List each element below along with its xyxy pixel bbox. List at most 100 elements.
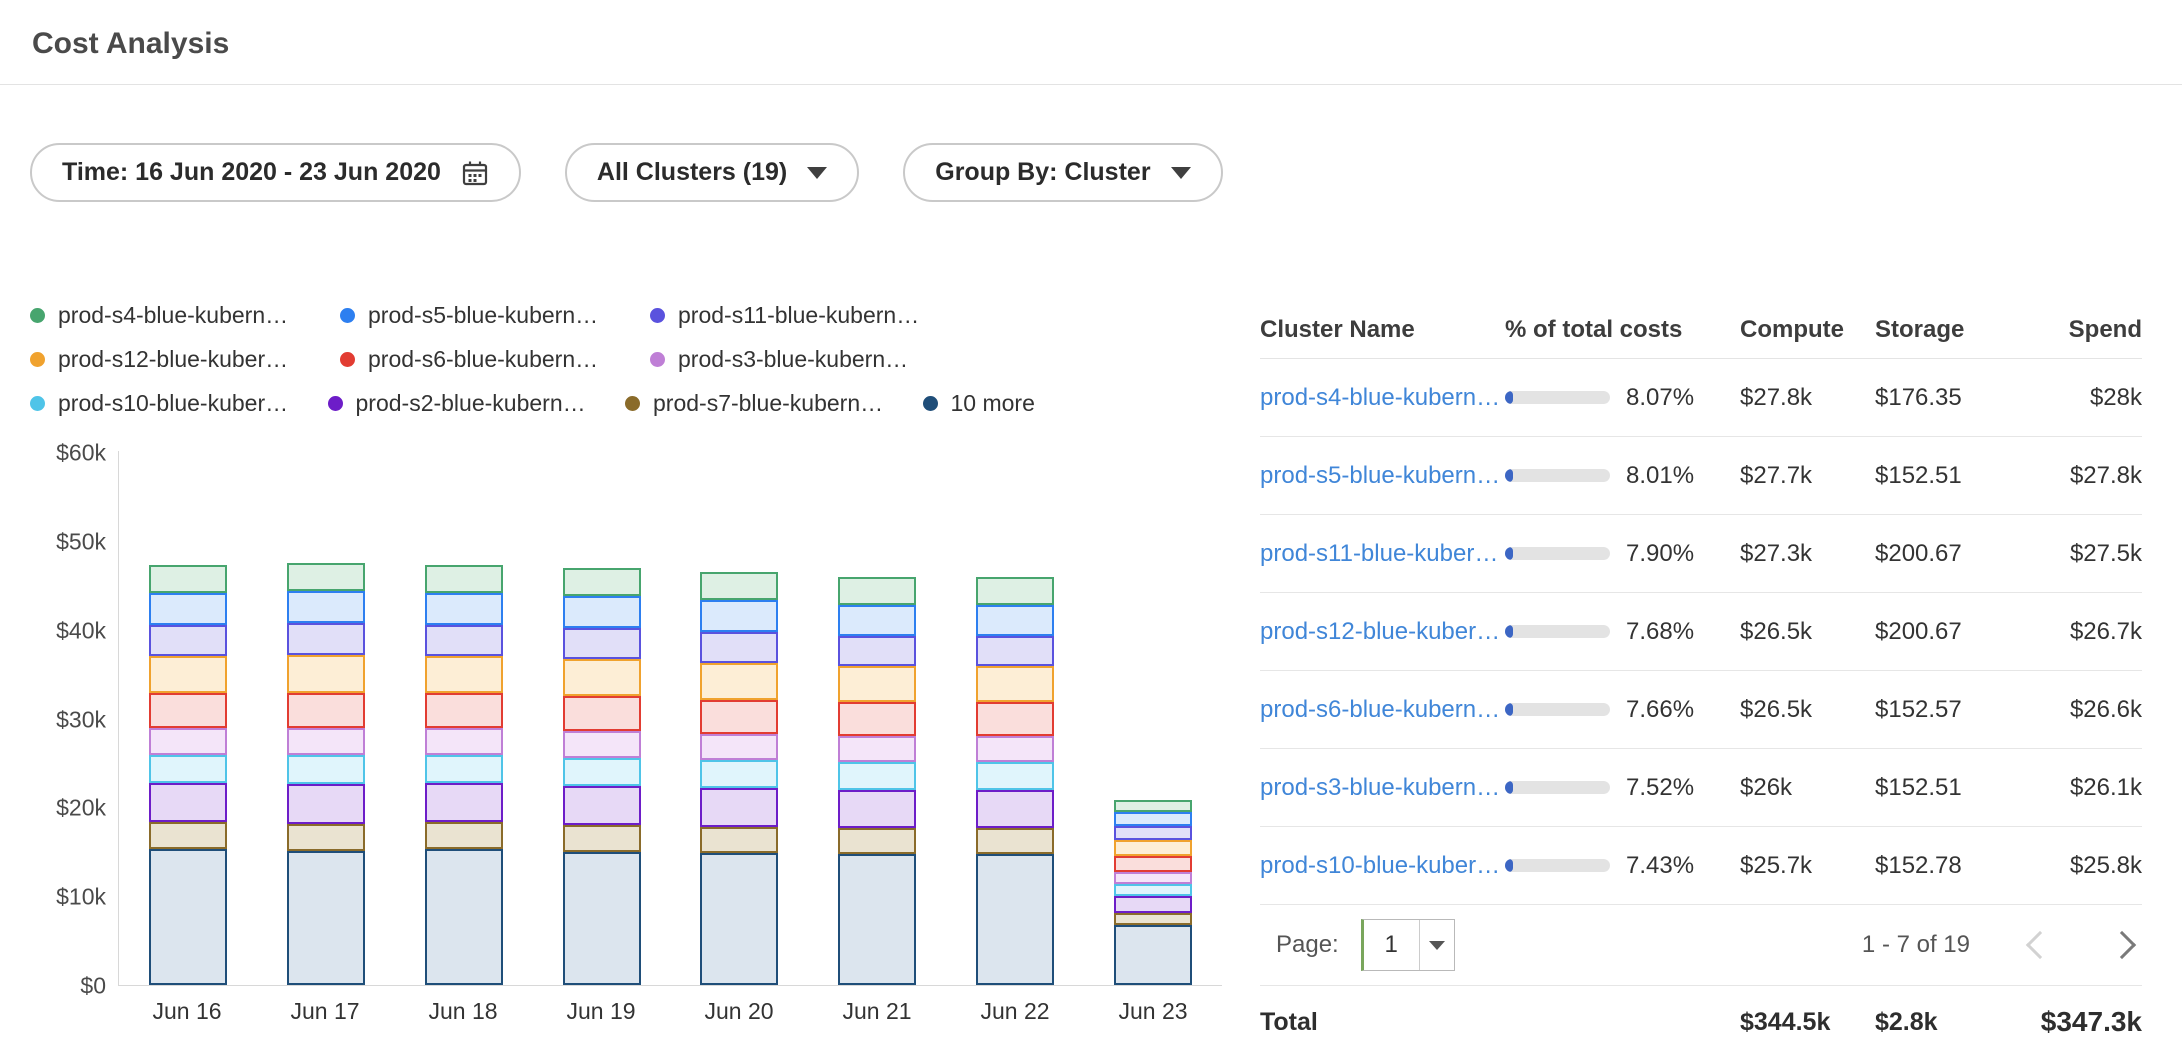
bar-segment[interactable] [700, 572, 778, 600]
bar-segment[interactable] [838, 666, 916, 702]
cluster-name-link[interactable]: prod-s10-blue-kuber… [1260, 852, 1505, 880]
bar-segment[interactable] [149, 693, 227, 728]
bar-segment[interactable] [425, 693, 503, 728]
bar-segment[interactable] [976, 736, 1054, 762]
bar-segment[interactable] [287, 784, 365, 824]
bar-segment[interactable] [287, 755, 365, 784]
bar-segment[interactable] [1114, 925, 1192, 985]
bar-segment[interactable] [287, 563, 365, 591]
bar-segment[interactable] [976, 828, 1054, 854]
bar-segment[interactable] [1114, 856, 1192, 872]
bar-segment[interactable] [1114, 826, 1192, 840]
next-page-icon[interactable] [2108, 931, 2136, 959]
cluster-name-link[interactable]: prod-s3-blue-kubern… [1260, 774, 1505, 802]
bar-segment[interactable] [700, 600, 778, 632]
bar-segment[interactable] [425, 728, 503, 755]
bar-segment[interactable] [976, 762, 1054, 790]
bar-segment[interactable] [287, 693, 365, 728]
bar-segment[interactable] [563, 696, 641, 731]
bar-segment[interactable] [425, 822, 503, 849]
bar-segment[interactable] [838, 577, 916, 605]
bar-segment[interactable] [287, 655, 365, 693]
bar-segment[interactable] [287, 623, 365, 655]
bar-segment[interactable] [425, 755, 503, 783]
bar-segment[interactable] [976, 636, 1054, 666]
legend-item[interactable]: 10 more [923, 390, 1221, 417]
bar-segment[interactable] [838, 702, 916, 736]
bar-segment[interactable] [838, 854, 916, 985]
legend-item[interactable]: prod-s5-blue-kubern… [340, 302, 650, 329]
bar-segment[interactable] [563, 852, 641, 985]
bar-segment[interactable] [149, 728, 227, 755]
bar-segment[interactable] [149, 593, 227, 625]
bar-segment[interactable] [1114, 812, 1192, 826]
bar-segment[interactable] [563, 786, 641, 825]
bar-segment[interactable] [976, 790, 1054, 828]
bar-segment[interactable] [563, 659, 641, 696]
bar-segment[interactable] [838, 736, 916, 762]
bar-segment[interactable] [149, 849, 227, 985]
bar-segment[interactable] [149, 755, 227, 783]
bar-segment[interactable] [700, 788, 778, 827]
bar-segment[interactable] [838, 605, 916, 636]
bar-segment[interactable] [976, 702, 1054, 736]
bar-segment[interactable] [425, 565, 503, 593]
bar-segment[interactable] [838, 828, 916, 854]
bar-segment[interactable] [287, 851, 365, 985]
bar-segment[interactable] [425, 625, 503, 656]
bar-segment[interactable] [1114, 884, 1192, 896]
bar-segment[interactable] [563, 628, 641, 659]
bar-segment[interactable] [700, 632, 778, 663]
bar-segment[interactable] [287, 728, 365, 755]
bar-segment[interactable] [976, 577, 1054, 605]
bar-segment[interactable] [563, 568, 641, 596]
bar-segment[interactable] [563, 731, 641, 758]
group-by-filter[interactable]: Group By: Cluster [903, 143, 1222, 202]
bar-segment[interactable] [700, 760, 778, 788]
bar-segment[interactable] [838, 636, 916, 666]
legend-item[interactable]: prod-s10-blue-kuber… [30, 390, 328, 417]
bar-segment[interactable] [976, 854, 1054, 985]
bar-segment[interactable] [1114, 800, 1192, 812]
bar-segment[interactable] [425, 849, 503, 985]
bar-segment[interactable] [563, 596, 641, 628]
clusters-filter[interactable]: All Clusters (19) [565, 143, 859, 202]
legend-item[interactable]: prod-s4-blue-kubern… [30, 302, 340, 329]
legend-item[interactable]: prod-s2-blue-kubern… [328, 390, 626, 417]
legend-item[interactable]: prod-s12-blue-kuber… [30, 346, 340, 373]
cluster-name-link[interactable]: prod-s11-blue-kuber… [1260, 540, 1505, 568]
legend-item[interactable]: prod-s3-blue-kubern… [650, 346, 960, 373]
legend-item[interactable]: prod-s11-blue-kubern… [650, 302, 960, 329]
bar-segment[interactable] [149, 656, 227, 693]
bar-segment[interactable] [287, 824, 365, 851]
bar-segment[interactable] [1114, 872, 1192, 884]
previous-page-icon[interactable] [2026, 931, 2054, 959]
bar-segment[interactable] [563, 825, 641, 852]
cluster-name-link[interactable]: prod-s4-blue-kubern… [1260, 384, 1505, 412]
bar-segment[interactable] [700, 734, 778, 760]
legend-item[interactable]: prod-s7-blue-kubern… [625, 390, 923, 417]
bar-segment[interactable] [1114, 896, 1192, 913]
bar-segment[interactable] [149, 625, 227, 656]
bar-segment[interactable] [425, 593, 503, 625]
cluster-name-link[interactable]: prod-s12-blue-kuber… [1260, 618, 1505, 646]
cluster-name-link[interactable]: prod-s6-blue-kubern… [1260, 696, 1505, 724]
bar-segment[interactable] [838, 762, 916, 790]
bar-segment[interactable] [149, 783, 227, 822]
bar-segment[interactable] [700, 853, 778, 985]
time-range-filter[interactable]: Time: 16 Jun 2020 - 23 Jun 2020 [30, 143, 521, 202]
bar-segment[interactable] [700, 827, 778, 853]
bar-segment[interactable] [149, 565, 227, 593]
bar-segment[interactable] [700, 700, 778, 734]
bar-segment[interactable] [838, 790, 916, 828]
legend-item[interactable]: prod-s6-blue-kubern… [340, 346, 650, 373]
bar-segment[interactable] [149, 822, 227, 849]
bar-segment[interactable] [976, 666, 1054, 702]
bar-segment[interactable] [1114, 913, 1192, 925]
bar-segment[interactable] [1114, 840, 1192, 856]
bar-segment[interactable] [425, 783, 503, 822]
bar-segment[interactable] [976, 605, 1054, 636]
bar-segment[interactable] [700, 663, 778, 700]
bar-segment[interactable] [563, 758, 641, 786]
bar-segment[interactable] [287, 591, 365, 623]
